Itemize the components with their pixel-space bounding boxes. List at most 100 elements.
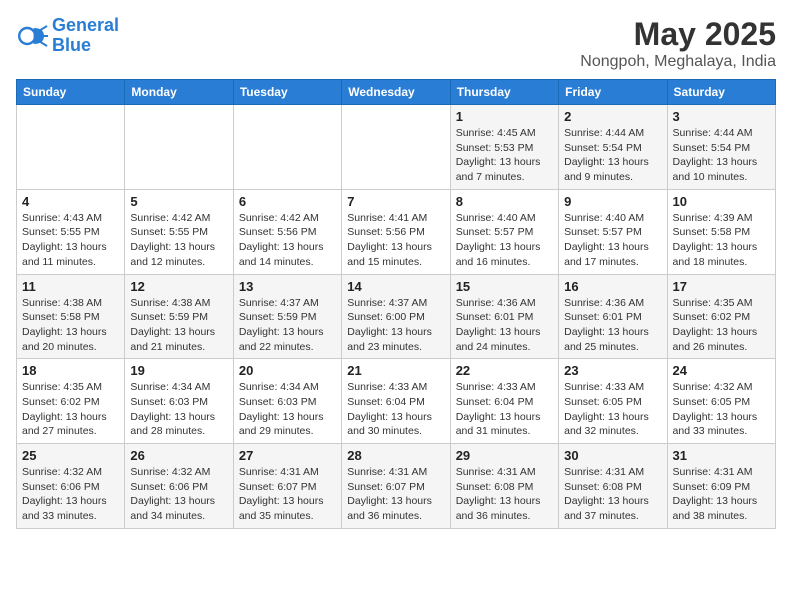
day-number: 15 — [456, 279, 553, 294]
day-number: 18 — [22, 363, 119, 378]
day-cell: 24 Sunrise: 4:32 AM Sunset: 6:05 PM Dayli… — [667, 359, 775, 444]
weekday-header-friday: Friday — [559, 80, 667, 105]
day-info: Sunrise: 4:37 AM Sunset: 6:00 PM Dayligh… — [347, 296, 444, 355]
day-info: Sunrise: 4:34 AM Sunset: 6:03 PM Dayligh… — [239, 380, 336, 439]
weekday-header-sunday: Sunday — [17, 80, 125, 105]
day-cell: 10Sunrise: 4:39 AM Sunset: 5:58 PM Dayli… — [667, 189, 775, 274]
calendar-table: SundayMondayTuesdayWednesdayThursdayFrid… — [16, 79, 776, 529]
logo: General Blue — [16, 16, 119, 56]
day-number: 4 — [22, 194, 119, 209]
day-cell: 13 Sunrise: 4:37 AM Sunset: 5:59 PM Dayli… — [233, 274, 341, 359]
calendar-body: 1Sunrise: 4:45 AM Sunset: 5:53 PM Daylig… — [17, 105, 776, 529]
day-cell: 9Sunrise: 4:40 AM Sunset: 5:57 PM Daylig… — [559, 189, 667, 274]
day-info: Sunrise: 4:37 AM Sunset: 5:59 PM Dayligh… — [239, 296, 336, 355]
day-cell: 12Sunrise: 4:38 AM Sunset: 5:59 PM Dayli… — [125, 274, 233, 359]
day-number: 29 — [456, 448, 553, 463]
day-cell: 22 Sunrise: 4:33 AM Sunset: 6:04 PM Dayli… — [450, 359, 558, 444]
day-number: 21 — [347, 363, 444, 378]
day-info: Sunrise: 4:31 AM Sunset: 6:07 PM Dayligh… — [239, 465, 336, 524]
location: Nongpoh, Meghalaya, India — [580, 53, 776, 71]
title-block: May 2025 Nongpoh, Meghalaya, India — [580, 16, 776, 71]
day-number: 12 — [130, 279, 227, 294]
day-number: 7 — [347, 194, 444, 209]
day-cell: 1Sunrise: 4:45 AM Sunset: 5:53 PM Daylig… — [450, 105, 558, 190]
day-number: 20 — [239, 363, 336, 378]
logo-icon — [16, 20, 48, 52]
day-cell: 31 Sunrise: 4:31 AM Sunset: 6:09 PM Dayli… — [667, 444, 775, 529]
day-info: Sunrise: 4:43 AM Sunset: 5:55 PM Dayligh… — [22, 211, 119, 270]
day-number: 3 — [673, 109, 770, 124]
weekday-header-monday: Monday — [125, 80, 233, 105]
day-cell — [342, 105, 450, 190]
weekday-header-wednesday: Wednesday — [342, 80, 450, 105]
day-info: Sunrise: 4:31 AM Sunset: 6:09 PM Dayligh… — [673, 465, 770, 524]
day-cell — [233, 105, 341, 190]
day-cell: 19 Sunrise: 4:34 AM Sunset: 6:03 PM Dayli… — [125, 359, 233, 444]
day-number: 6 — [239, 194, 336, 209]
day-info: Sunrise: 4:35 AM Sunset: 6:02 PM Dayligh… — [673, 296, 770, 355]
day-info: Sunrise: 4:31 AM Sunset: 6:08 PM Dayligh… — [456, 465, 553, 524]
day-cell: 6 Sunrise: 4:42 AM Sunset: 5:56 PM Daylig… — [233, 189, 341, 274]
day-number: 27 — [239, 448, 336, 463]
day-info: Sunrise: 4:38 AM Sunset: 5:58 PM Dayligh… — [22, 296, 119, 355]
day-cell: 2 Sunrise: 4:44 AM Sunset: 5:54 PM Daylig… — [559, 105, 667, 190]
day-cell: 16Sunrise: 4:36 AM Sunset: 6:01 PM Dayli… — [559, 274, 667, 359]
day-number: 31 — [673, 448, 770, 463]
day-cell: 8 Sunrise: 4:40 AM Sunset: 5:57 PM Daylig… — [450, 189, 558, 274]
day-number: 10 — [673, 194, 770, 209]
day-number: 13 — [239, 279, 336, 294]
day-number: 2 — [564, 109, 661, 124]
day-number: 28 — [347, 448, 444, 463]
day-number: 22 — [456, 363, 553, 378]
day-info: Sunrise: 4:42 AM Sunset: 5:56 PM Dayligh… — [239, 211, 336, 270]
day-number: 25 — [22, 448, 119, 463]
day-info: Sunrise: 4:41 AM Sunset: 5:56 PM Dayligh… — [347, 211, 444, 270]
day-number: 1 — [456, 109, 553, 124]
day-number: 24 — [673, 363, 770, 378]
day-cell: 30Sunrise: 4:31 AM Sunset: 6:08 PM Dayli… — [559, 444, 667, 529]
month-title: May 2025 — [580, 16, 776, 53]
week-row-1: 1Sunrise: 4:45 AM Sunset: 5:53 PM Daylig… — [17, 105, 776, 190]
day-cell: 17 Sunrise: 4:35 AM Sunset: 6:02 PM Dayli… — [667, 274, 775, 359]
day-cell: 5Sunrise: 4:42 AM Sunset: 5:55 PM Daylig… — [125, 189, 233, 274]
day-info: Sunrise: 4:36 AM Sunset: 6:01 PM Dayligh… — [456, 296, 553, 355]
day-info: Sunrise: 4:40 AM Sunset: 5:57 PM Dayligh… — [564, 211, 661, 270]
day-number: 23 — [564, 363, 661, 378]
page-header: General Blue May 2025 Nongpoh, Meghalaya… — [16, 16, 776, 71]
day-number: 26 — [130, 448, 227, 463]
day-cell: 14 Sunrise: 4:37 AM Sunset: 6:00 PM Dayli… — [342, 274, 450, 359]
day-number: 11 — [22, 279, 119, 294]
day-info: Sunrise: 4:44 AM Sunset: 5:54 PM Dayligh… — [673, 126, 770, 185]
day-info: Sunrise: 4:33 AM Sunset: 6:04 PM Dayligh… — [347, 380, 444, 439]
day-cell: 20 Sunrise: 4:34 AM Sunset: 6:03 PM Dayli… — [233, 359, 341, 444]
day-info: Sunrise: 4:34 AM Sunset: 6:03 PM Dayligh… — [130, 380, 227, 439]
day-cell: 28 Sunrise: 4:31 AM Sunset: 6:07 PM Dayli… — [342, 444, 450, 529]
weekday-header-tuesday: Tuesday — [233, 80, 341, 105]
day-number: 14 — [347, 279, 444, 294]
weekday-header-saturday: Saturday — [667, 80, 775, 105]
day-number: 17 — [673, 279, 770, 294]
day-info: Sunrise: 4:32 AM Sunset: 6:05 PM Dayligh… — [673, 380, 770, 439]
day-info: Sunrise: 4:33 AM Sunset: 6:04 PM Dayligh… — [456, 380, 553, 439]
day-cell: 18 Sunrise: 4:35 AM Sunset: 6:02 PM Dayli… — [17, 359, 125, 444]
week-row-2: 4 Sunrise: 4:43 AM Sunset: 5:55 PM Daylig… — [17, 189, 776, 274]
day-cell: 4 Sunrise: 4:43 AM Sunset: 5:55 PM Daylig… — [17, 189, 125, 274]
day-cell — [125, 105, 233, 190]
day-cell: 29 Sunrise: 4:31 AM Sunset: 6:08 PM Dayli… — [450, 444, 558, 529]
day-info: Sunrise: 4:31 AM Sunset: 6:07 PM Dayligh… — [347, 465, 444, 524]
weekday-header-thursday: Thursday — [450, 80, 558, 105]
day-info: Sunrise: 4:35 AM Sunset: 6:02 PM Dayligh… — [22, 380, 119, 439]
day-info: Sunrise: 4:33 AM Sunset: 6:05 PM Dayligh… — [564, 380, 661, 439]
day-cell: 15 Sunrise: 4:36 AM Sunset: 6:01 PM Dayli… — [450, 274, 558, 359]
day-info: Sunrise: 4:32 AM Sunset: 6:06 PM Dayligh… — [130, 465, 227, 524]
week-row-4: 18 Sunrise: 4:35 AM Sunset: 6:02 PM Dayli… — [17, 359, 776, 444]
day-cell: 25Sunrise: 4:32 AM Sunset: 6:06 PM Dayli… — [17, 444, 125, 529]
day-info: Sunrise: 4:40 AM Sunset: 5:57 PM Dayligh… — [456, 211, 553, 270]
day-number: 8 — [456, 194, 553, 209]
day-cell — [17, 105, 125, 190]
day-number: 5 — [130, 194, 227, 209]
day-cell: 27 Sunrise: 4:31 AM Sunset: 6:07 PM Dayli… — [233, 444, 341, 529]
day-number: 19 — [130, 363, 227, 378]
weekday-header-row: SundayMondayTuesdayWednesdayThursdayFrid… — [17, 80, 776, 105]
day-info: Sunrise: 4:44 AM Sunset: 5:54 PM Dayligh… — [564, 126, 661, 185]
